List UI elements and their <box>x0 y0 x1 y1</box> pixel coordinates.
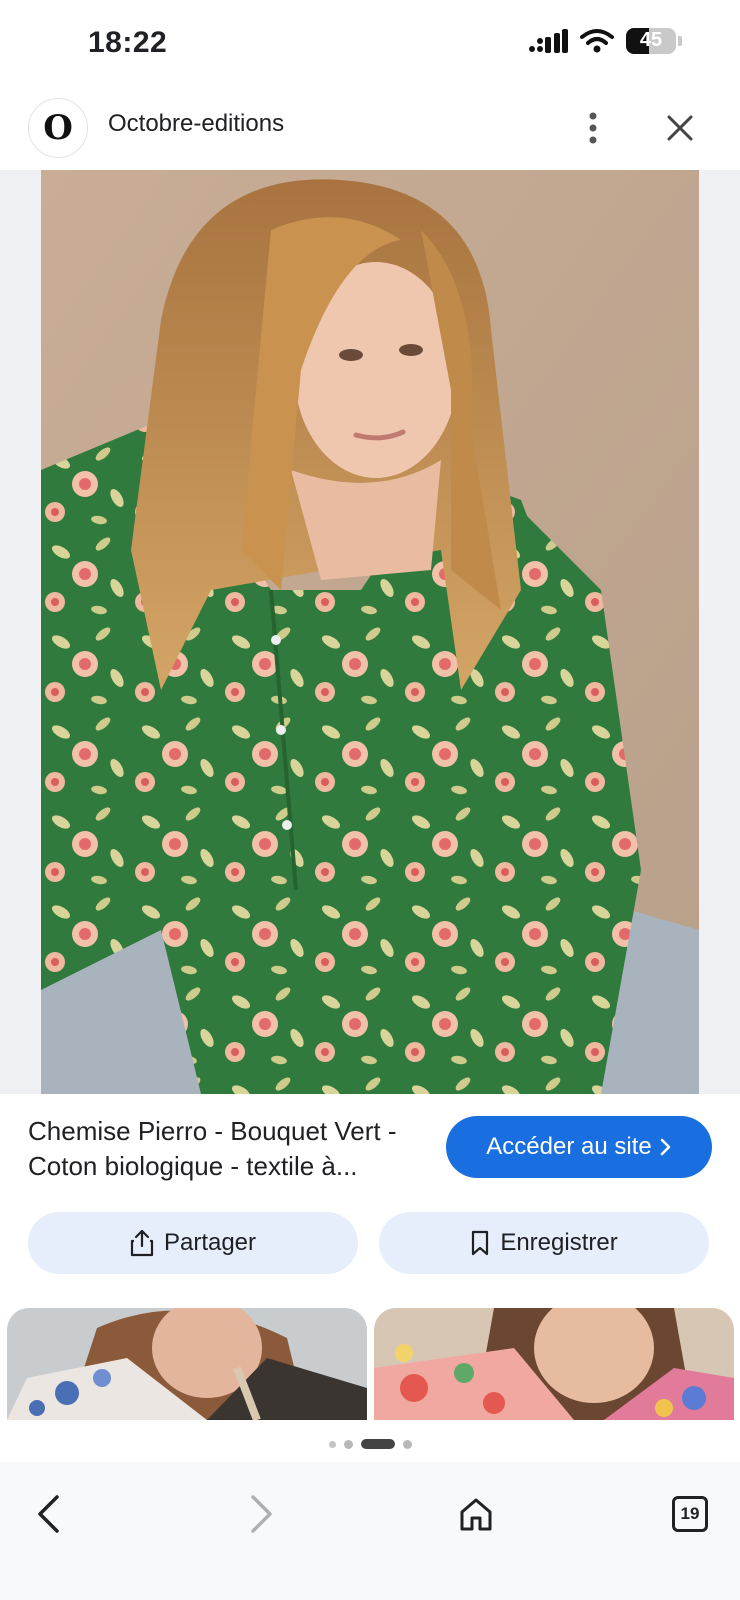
forward-button[interactable] <box>232 1484 292 1544</box>
tabs-icon: 19 <box>672 1496 708 1532</box>
more-vertical-icon <box>589 112 597 144</box>
share-label: Partager <box>163 1229 257 1256</box>
cellular-signal-icon <box>529 29 568 53</box>
carousel-dot[interactable] <box>343 1439 353 1449</box>
related-images <box>0 1306 740 1420</box>
save-label: Enregistrer <box>500 1229 618 1256</box>
close-icon <box>667 115 693 141</box>
back-button[interactable] <box>18 1484 78 1544</box>
visit-site-button[interactable]: Accéder au site <box>446 1116 712 1178</box>
image-viewer[interactable] <box>0 170 740 1094</box>
bottom-navigation: 19 <box>0 1462 740 1600</box>
battery-percent: 45 <box>639 29 663 51</box>
product-title[interactable]: Chemise Pierro - Bouquet Vert - Coton bi… <box>28 1114 418 1184</box>
carousel-dot[interactable] <box>402 1439 412 1449</box>
site-name[interactable]: Octobre-editions <box>108 110 284 138</box>
share-button[interactable]: Partager <box>28 1212 358 1274</box>
bookmark-icon <box>472 1230 489 1256</box>
carousel-dot-active[interactable] <box>360 1439 395 1449</box>
save-button[interactable]: Enregistrer <box>379 1212 709 1274</box>
battery-tip <box>678 36 682 46</box>
site-logo[interactable]: O <box>28 98 88 158</box>
home-icon <box>460 1498 492 1531</box>
forward-icon <box>251 1495 272 1533</box>
related-image-2[interactable] <box>374 1308 734 1420</box>
more-options-button[interactable] <box>578 106 608 150</box>
status-time: 18:22 <box>88 26 168 59</box>
wifi-icon <box>580 29 614 53</box>
status-icons: 45 <box>528 28 682 54</box>
share-icon <box>130 1229 154 1257</box>
product-info: Chemise Pierro - Bouquet Vert - Coton bi… <box>0 1094 740 1304</box>
status-bar: 18:22 45 <box>0 0 740 88</box>
viewer-header: O Octobre-editions <box>0 88 740 170</box>
carousel-dot[interactable] <box>328 1440 336 1448</box>
visit-site-label: Accéder au site <box>486 1133 652 1160</box>
home-button[interactable] <box>446 1484 506 1544</box>
back-icon <box>38 1495 59 1533</box>
related-image-1[interactable] <box>7 1308 367 1420</box>
close-button[interactable] <box>658 106 702 150</box>
product-image[interactable] <box>41 170 699 1094</box>
chevron-right-icon <box>660 1138 670 1156</box>
carousel-indicator <box>0 1434 740 1454</box>
tabs-button[interactable]: 19 <box>660 1484 720 1544</box>
battery-icon: 45 <box>626 28 676 54</box>
